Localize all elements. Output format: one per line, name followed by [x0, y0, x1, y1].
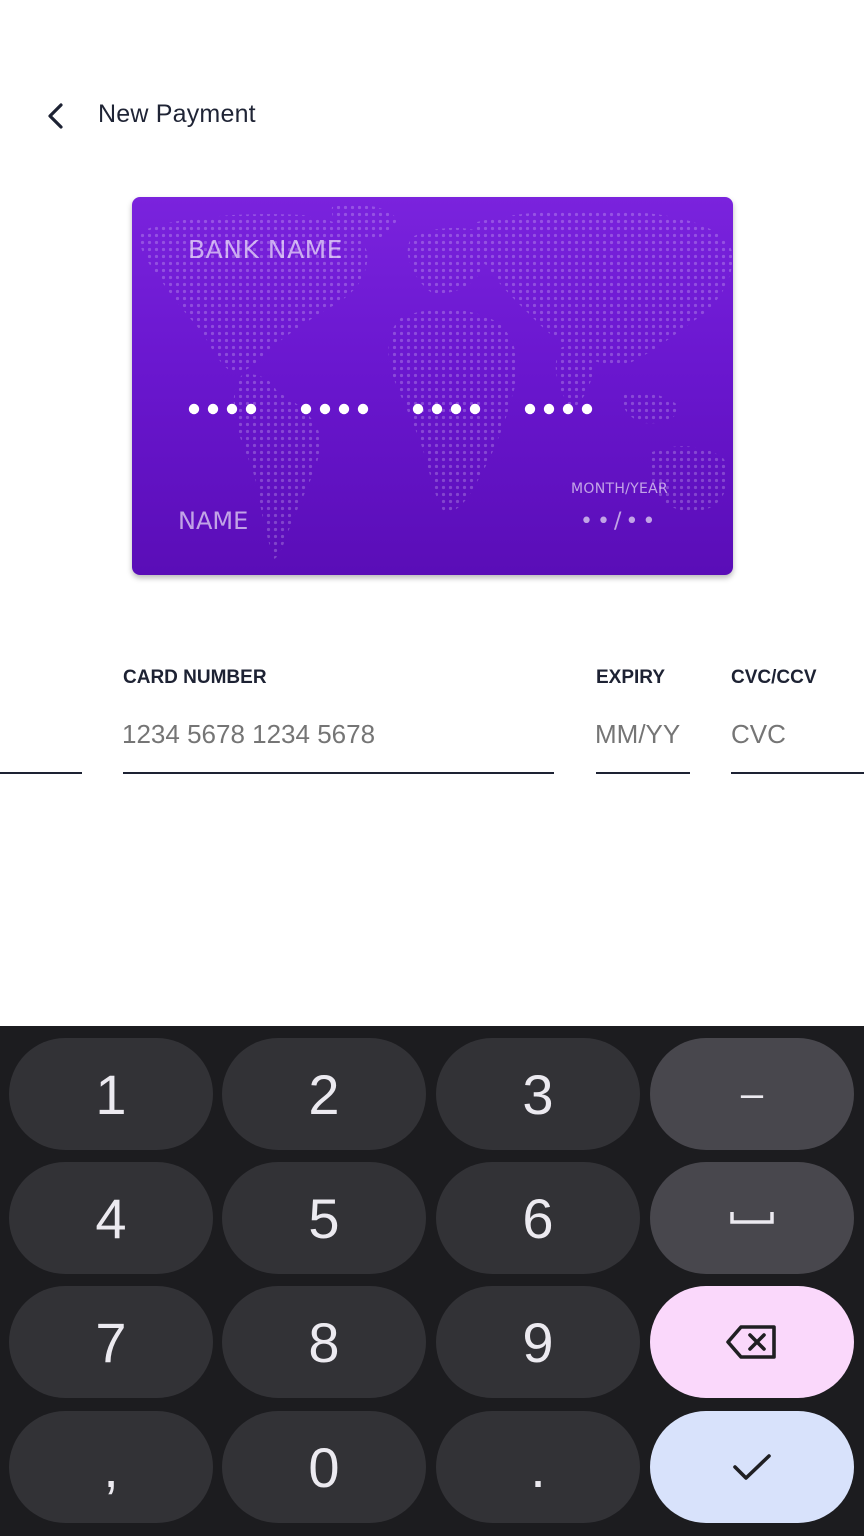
top-app-bar: New Payment: [0, 80, 864, 152]
back-button[interactable]: [36, 96, 76, 136]
expiry-input[interactable]: [595, 716, 691, 752]
key-2[interactable]: 2: [222, 1038, 426, 1150]
card-bank-name: BANK NAME: [188, 235, 343, 264]
page-title: New Payment: [98, 100, 256, 128]
card-expiry-caption: MONTH/YEAR: [571, 481, 669, 497]
key-3[interactable]: 3: [436, 1038, 640, 1150]
key-minus[interactable]: –: [650, 1038, 854, 1150]
card-number-label: CARD NUMBER: [123, 667, 267, 688]
key-done[interactable]: [650, 1411, 854, 1523]
key-6[interactable]: 6: [436, 1162, 640, 1274]
key-5[interactable]: 5: [222, 1162, 426, 1274]
credit-card-preview: BANK NAME NAME MONTH/YEAR ••/••: [132, 197, 733, 575]
key-4[interactable]: 4: [9, 1162, 213, 1274]
key-7[interactable]: 7: [9, 1286, 213, 1398]
expiry-label: EXPIRY: [596, 667, 665, 688]
key-comma[interactable]: ,: [9, 1411, 213, 1523]
card-number-input[interactable]: [122, 716, 552, 752]
backspace-icon: [726, 1325, 776, 1359]
card-number-mask: [188, 389, 618, 429]
key-8[interactable]: 8: [222, 1286, 426, 1398]
numeric-keyboard: 1 2 3 – 4 5 6 7 8 9 , 0 .: [0, 1026, 864, 1536]
masked-card-number-dots: [188, 403, 593, 415]
card-number-underline: [123, 772, 554, 774]
cardholder-field-underline[interactable]: [0, 772, 82, 774]
checkmark-icon: [733, 1454, 771, 1480]
card-expiry-mask: ••/••: [580, 509, 660, 534]
chevron-left-icon: [48, 103, 63, 129]
key-0[interactable]: 0: [222, 1411, 426, 1523]
cvc-label: CVC/CCV: [731, 667, 817, 688]
space-bar-icon: [730, 1212, 774, 1224]
key-1[interactable]: 1: [9, 1038, 213, 1150]
key-period[interactable]: .: [436, 1411, 640, 1523]
cvc-input[interactable]: [731, 716, 851, 752]
key-space[interactable]: [650, 1162, 854, 1274]
key-9[interactable]: 9: [436, 1286, 640, 1398]
key-backspace[interactable]: [650, 1286, 854, 1398]
expiry-underline: [596, 772, 690, 774]
cvc-underline: [731, 772, 864, 774]
card-holder-name: NAME: [178, 507, 249, 535]
